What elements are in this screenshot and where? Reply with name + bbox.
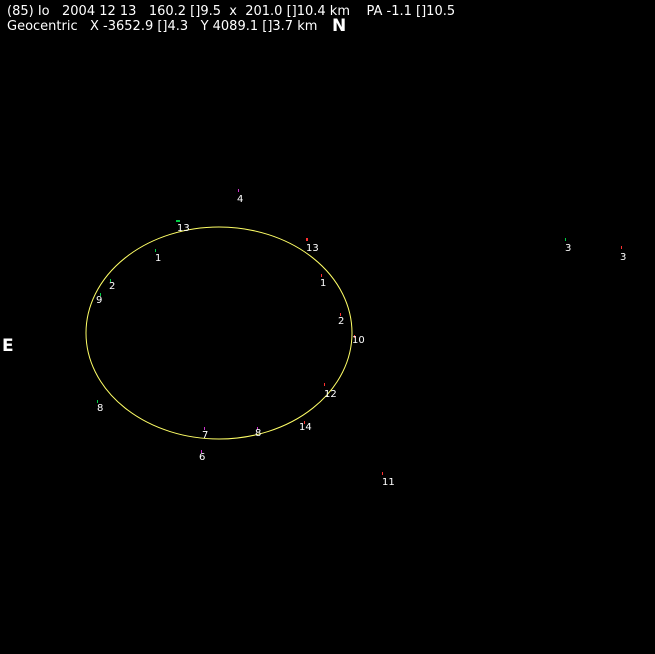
chord-label: 6 (199, 452, 205, 463)
chord-label: 12 (324, 389, 337, 400)
chord-marker (565, 238, 566, 241)
chord-marker (176, 220, 180, 222)
chord-label: 13 (177, 223, 190, 234)
chord-marker (324, 383, 325, 386)
chord-label: 13 (306, 243, 319, 254)
chord-label: 14 (299, 422, 312, 433)
chord-markers: 131298764814131210121133 (96, 189, 626, 488)
occultation-plot: (85) Io 2004 12 13 160.2 []9.5 x 201.0 [… (0, 0, 655, 654)
chord-marker (621, 246, 622, 249)
chord-label: 2 (338, 316, 344, 327)
chord-label: 10 (352, 335, 365, 346)
chord-label: 7 (202, 430, 208, 441)
chord-marker (382, 472, 383, 475)
chord-label: 8 (97, 403, 103, 414)
chord-marker (306, 238, 308, 241)
chord-label: 3 (565, 243, 571, 254)
chord-label: 1 (155, 253, 161, 264)
chord-label: 9 (96, 295, 102, 306)
plot-canvas: 131298764814131210121133 (85, 189, 626, 488)
chord-marker (238, 189, 239, 192)
chord-label: 11 (382, 477, 395, 488)
asteroid-profile-ellipse (85, 226, 353, 440)
chord-marker (321, 274, 322, 277)
chord-label: 4 (237, 194, 243, 205)
chord-label: 3 (620, 252, 626, 263)
chord-label: 8 (255, 428, 261, 439)
chord-label: 1 (320, 278, 326, 289)
chord-label: 2 (109, 281, 115, 292)
chord-marker (155, 249, 156, 252)
